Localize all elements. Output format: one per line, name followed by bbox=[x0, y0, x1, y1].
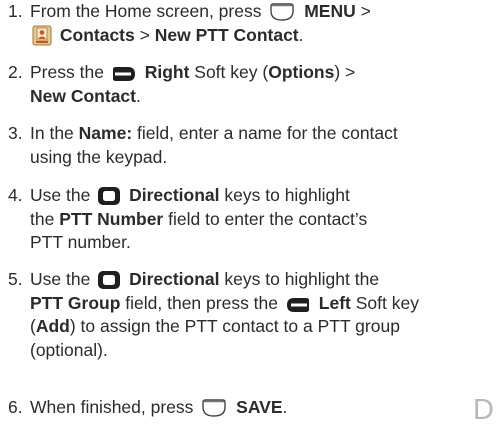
step-text: Soft key ( bbox=[194, 62, 269, 82]
step-text: keys to highlight bbox=[224, 185, 350, 205]
step-text: ) to assign the PTT contact to a PTT gro… bbox=[69, 316, 400, 336]
menu-key-icon bbox=[270, 3, 295, 21]
step-text: PTT number. bbox=[30, 232, 131, 252]
step-number: 2. bbox=[8, 62, 23, 82]
step-text: Press the bbox=[30, 62, 104, 82]
step-number: 1. bbox=[8, 1, 23, 21]
step-text: field, then press the bbox=[125, 292, 279, 313]
directional-label: Directional bbox=[129, 269, 220, 289]
directional-key-icon bbox=[98, 271, 121, 289]
directional-label: Directional bbox=[129, 185, 220, 205]
directional-key-icon bbox=[98, 187, 121, 205]
step-text: Soft key bbox=[355, 292, 419, 313]
step-5: 5. Use the Directional keys to highlight… bbox=[8, 268, 478, 362]
contacts-icon bbox=[32, 25, 52, 45]
left-softkey-icon bbox=[286, 297, 309, 312]
step-4: 4. Use the Directional keys to highlight… bbox=[8, 184, 478, 255]
right-label: Right bbox=[144, 62, 190, 82]
step-1: 1. From the Home screen, press MENU > Co… bbox=[8, 0, 478, 47]
period: . bbox=[298, 24, 304, 45]
step-number: 5. bbox=[8, 269, 23, 289]
step-text: Use the bbox=[30, 269, 91, 289]
separator: > bbox=[360, 1, 371, 21]
step-text: keys to highlight the bbox=[224, 269, 380, 289]
step-text: field, enter a name for the contact bbox=[137, 123, 398, 143]
step-text: From the Home screen, press bbox=[30, 1, 262, 21]
ptt-group-label: PTT Group bbox=[30, 292, 121, 313]
period: . bbox=[135, 85, 141, 106]
save-label: SAVE bbox=[236, 397, 283, 417]
options-label: Options bbox=[268, 62, 335, 82]
step-number: 4. bbox=[8, 185, 23, 205]
center-key-icon bbox=[202, 399, 226, 417]
step-2: 2. Press the Right Soft key (Options) > … bbox=[8, 61, 478, 108]
ptt-number-label: PTT Number bbox=[59, 208, 164, 229]
separator: > bbox=[139, 24, 150, 45]
new-contact-label: New Contact bbox=[30, 85, 136, 106]
step-6: 6. When finished, press SAVE. bbox=[8, 396, 478, 420]
name-field-label: Name: bbox=[78, 123, 133, 143]
step-number: 6. bbox=[8, 397, 23, 417]
right-softkey-icon bbox=[112, 67, 135, 81]
add-label: Add bbox=[35, 316, 70, 336]
step-number: 3. bbox=[8, 123, 23, 143]
step-text: (optional). bbox=[30, 339, 108, 360]
section-tab-letter: D bbox=[473, 394, 494, 426]
new-ptt-contact-label: New PTT Contact bbox=[154, 24, 299, 45]
left-label: Left bbox=[318, 292, 351, 313]
step-text: Use the bbox=[30, 185, 91, 205]
step-text: using the keypad. bbox=[30, 146, 168, 167]
step-text: When finished, press bbox=[30, 397, 194, 417]
step-3: 3. In the Name: field, enter a name for … bbox=[8, 122, 478, 169]
step-text: the bbox=[30, 208, 55, 229]
menu-label: MENU bbox=[304, 1, 356, 21]
step-text: field to enter the contact’s bbox=[168, 208, 368, 229]
step-text: In the bbox=[30, 123, 74, 143]
contacts-label: Contacts bbox=[59, 24, 135, 45]
period: . bbox=[282, 397, 288, 417]
step-text: ) > bbox=[334, 62, 356, 82]
